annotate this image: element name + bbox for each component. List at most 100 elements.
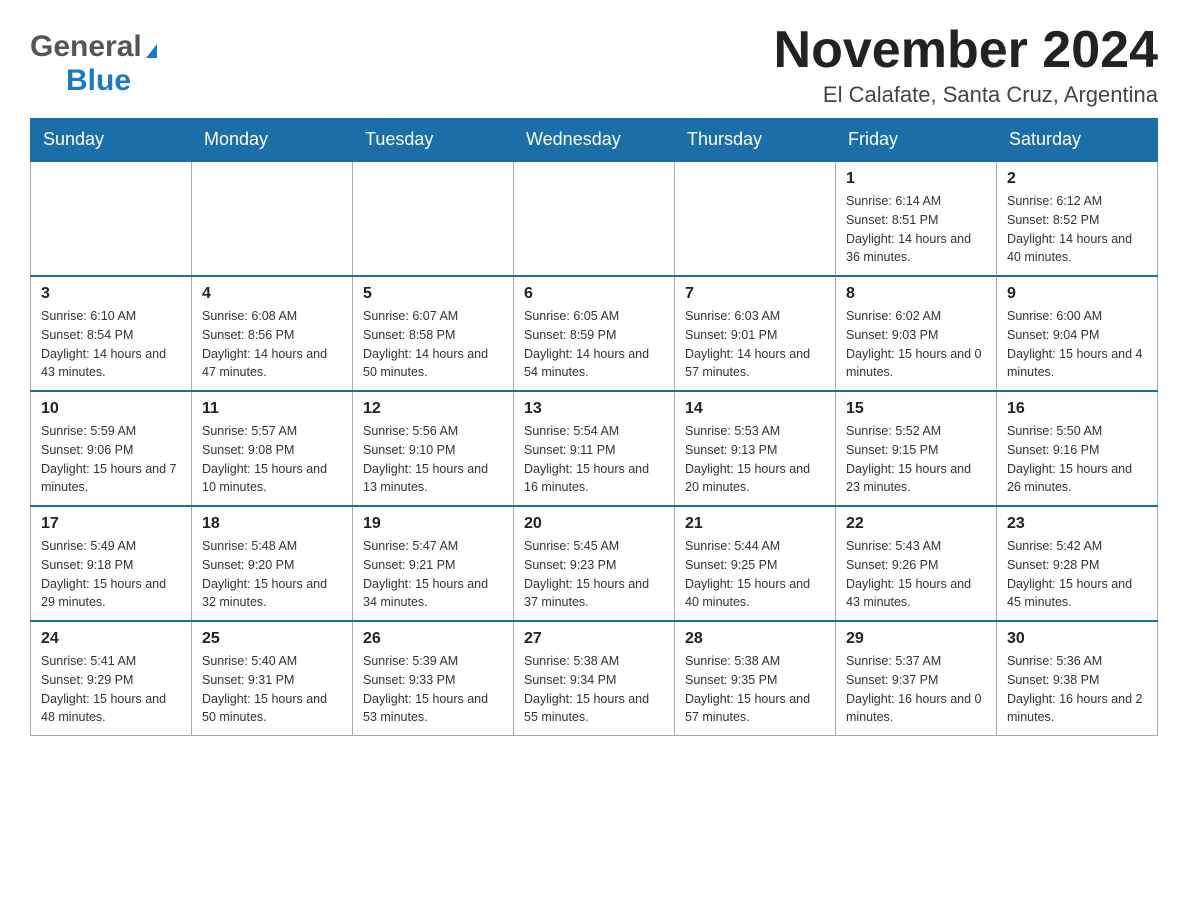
day-number: 25 — [202, 630, 342, 648]
logo-triangle-icon — [146, 44, 157, 58]
day-number: 21 — [685, 515, 825, 533]
col-header-saturday: Saturday — [997, 119, 1158, 162]
day-number: 7 — [685, 285, 825, 303]
title-area: November 2024 El Calafate, Santa Cruz, A… — [774, 20, 1158, 108]
calendar-day-cell: 12 Sunrise: 5:56 AMSunset: 9:10 PMDayligh… — [353, 391, 514, 506]
calendar-week-row: 10 Sunrise: 5:59 AMSunset: 9:06 PMDayligh… — [31, 391, 1158, 506]
day-info: Sunrise: 5:54 AMSunset: 9:11 PMDaylight:… — [524, 422, 664, 497]
calendar-day-cell: 21 Sunrise: 5:44 AMSunset: 9:25 PMDayligh… — [675, 506, 836, 621]
calendar-day-cell — [353, 161, 514, 276]
calendar-day-cell: 6 Sunrise: 6:05 AMSunset: 8:59 PMDaylight… — [514, 276, 675, 391]
calendar-day-cell — [514, 161, 675, 276]
logo-general: General — [30, 30, 142, 64]
calendar-day-cell: 19 Sunrise: 5:47 AMSunset: 9:21 PMDayligh… — [353, 506, 514, 621]
day-info: Sunrise: 6:02 AMSunset: 9:03 PMDaylight:… — [846, 307, 986, 382]
day-info: Sunrise: 5:40 AMSunset: 9:31 PMDaylight:… — [202, 652, 342, 727]
calendar-week-row: 3 Sunrise: 6:10 AMSunset: 8:54 PMDaylight… — [31, 276, 1158, 391]
calendar-week-row: 17 Sunrise: 5:49 AMSunset: 9:18 PMDayligh… — [31, 506, 1158, 621]
calendar-day-cell: 1Sunrise: 6:14 AMSunset: 8:51 PMDaylight… — [836, 161, 997, 276]
day-info: Sunrise: 5:49 AMSunset: 9:18 PMDaylight:… — [41, 537, 181, 612]
day-info: Sunrise: 5:38 AMSunset: 9:35 PMDaylight:… — [685, 652, 825, 727]
day-info: Sunrise: 5:44 AMSunset: 9:25 PMDaylight:… — [685, 537, 825, 612]
col-header-monday: Monday — [192, 119, 353, 162]
day-number: 20 — [524, 515, 664, 533]
day-info: Sunrise: 6:03 AMSunset: 9:01 PMDaylight:… — [685, 307, 825, 382]
calendar-day-cell: 24 Sunrise: 5:41 AMSunset: 9:29 PMDayligh… — [31, 621, 192, 736]
day-number: 13 — [524, 400, 664, 418]
day-number: 9 — [1007, 285, 1147, 303]
day-info: Sunrise: 5:59 AMSunset: 9:06 PMDaylight:… — [41, 422, 181, 497]
calendar-day-cell: 22 Sunrise: 5:43 AMSunset: 9:26 PMDayligh… — [836, 506, 997, 621]
calendar-day-cell: 23 Sunrise: 5:42 AMSunset: 9:28 PMDayligh… — [997, 506, 1158, 621]
day-number: 29 — [846, 630, 986, 648]
day-info: Sunrise: 5:41 AMSunset: 9:29 PMDaylight:… — [41, 652, 181, 727]
calendar-header-row: SundayMondayTuesdayWednesdayThursdayFrid… — [31, 119, 1158, 162]
calendar-day-cell: 15 Sunrise: 5:52 AMSunset: 9:15 PMDayligh… — [836, 391, 997, 506]
day-number: 22 — [846, 515, 986, 533]
day-number: 30 — [1007, 630, 1147, 648]
calendar-day-cell: 18Sunrise: 5:48 AMSunset: 9:20 PMDayligh… — [192, 506, 353, 621]
calendar-day-cell: 8Sunrise: 6:02 AMSunset: 9:03 PMDaylight… — [836, 276, 997, 391]
day-info: Sunrise: 5:42 AMSunset: 9:28 PMDaylight:… — [1007, 537, 1147, 612]
day-number: 19 — [363, 515, 503, 533]
calendar-day-cell: 9 Sunrise: 6:00 AMSunset: 9:04 PMDaylight… — [997, 276, 1158, 391]
day-info: Sunrise: 5:43 AMSunset: 9:26 PMDaylight:… — [846, 537, 986, 612]
calendar-table: SundayMondayTuesdayWednesdayThursdayFrid… — [30, 118, 1158, 736]
calendar-day-cell: 16Sunrise: 5:50 AMSunset: 9:16 PMDayligh… — [997, 391, 1158, 506]
calendar-day-cell: 30 Sunrise: 5:36 AMSunset: 9:38 PMDayligh… — [997, 621, 1158, 736]
calendar-day-cell: 27 Sunrise: 5:38 AMSunset: 9:34 PMDayligh… — [514, 621, 675, 736]
calendar-day-cell: 25 Sunrise: 5:40 AMSunset: 9:31 PMDayligh… — [192, 621, 353, 736]
calendar-day-cell — [675, 161, 836, 276]
day-number: 5 — [363, 285, 503, 303]
calendar-day-cell: 7 Sunrise: 6:03 AMSunset: 9:01 PMDaylight… — [675, 276, 836, 391]
day-number: 2 — [1007, 170, 1147, 188]
day-number: 24 — [41, 630, 181, 648]
day-info: Sunrise: 5:36 AMSunset: 9:38 PMDaylight:… — [1007, 652, 1147, 727]
day-number: 17 — [41, 515, 181, 533]
day-info: Sunrise: 5:39 AMSunset: 9:33 PMDaylight:… — [363, 652, 503, 727]
col-header-wednesday: Wednesday — [514, 119, 675, 162]
day-number: 10 — [41, 400, 181, 418]
day-number: 6 — [524, 285, 664, 303]
calendar-day-cell: 4Sunrise: 6:08 AMSunset: 8:56 PMDaylight… — [192, 276, 353, 391]
col-header-thursday: Thursday — [675, 119, 836, 162]
day-number: 12 — [363, 400, 503, 418]
calendar-day-cell: 20 Sunrise: 5:45 AMSunset: 9:23 PMDayligh… — [514, 506, 675, 621]
calendar-day-cell: 3 Sunrise: 6:10 AMSunset: 8:54 PMDaylight… — [31, 276, 192, 391]
calendar-day-cell: 11 Sunrise: 5:57 AMSunset: 9:08 PMDayligh… — [192, 391, 353, 506]
calendar-day-cell — [192, 161, 353, 276]
day-info: Sunrise: 5:57 AMSunset: 9:08 PMDaylight:… — [202, 422, 342, 497]
day-number: 3 — [41, 285, 181, 303]
calendar-day-cell: 29Sunrise: 5:37 AMSunset: 9:37 PMDayligh… — [836, 621, 997, 736]
day-number: 4 — [202, 285, 342, 303]
day-info: Sunrise: 6:07 AMSunset: 8:58 PMDaylight:… — [363, 307, 503, 382]
location-subtitle: El Calafate, Santa Cruz, Argentina — [774, 82, 1158, 108]
day-info: Sunrise: 5:45 AMSunset: 9:23 PMDaylight:… — [524, 537, 664, 612]
day-info: Sunrise: 6:00 AMSunset: 9:04 PMDaylight:… — [1007, 307, 1147, 382]
logo-blue-text: Blue — [66, 64, 131, 97]
day-number: 15 — [846, 400, 986, 418]
calendar-week-row: 24 Sunrise: 5:41 AMSunset: 9:29 PMDayligh… — [31, 621, 1158, 736]
day-info: Sunrise: 6:14 AMSunset: 8:51 PMDaylight:… — [846, 192, 986, 267]
day-number: 28 — [685, 630, 825, 648]
calendar-day-cell: 28 Sunrise: 5:38 AMSunset: 9:35 PMDayligh… — [675, 621, 836, 736]
day-number: 27 — [524, 630, 664, 648]
calendar-day-cell: 13 Sunrise: 5:54 AMSunset: 9:11 PMDayligh… — [514, 391, 675, 506]
day-info: Sunrise: 5:56 AMSunset: 9:10 PMDaylight:… — [363, 422, 503, 497]
day-info: Sunrise: 5:52 AMSunset: 9:15 PMDaylight:… — [846, 422, 986, 497]
col-header-tuesday: Tuesday — [353, 119, 514, 162]
calendar-day-cell: 17 Sunrise: 5:49 AMSunset: 9:18 PMDayligh… — [31, 506, 192, 621]
day-number: 26 — [363, 630, 503, 648]
day-info: Sunrise: 6:10 AMSunset: 8:54 PMDaylight:… — [41, 307, 181, 382]
header: General Blue November 2024 El Calafate, … — [30, 20, 1158, 108]
logo: General Blue — [30, 20, 157, 98]
day-info: Sunrise: 5:47 AMSunset: 9:21 PMDaylight:… — [363, 537, 503, 612]
day-number: 11 — [202, 400, 342, 418]
day-info: Sunrise: 6:05 AMSunset: 8:59 PMDaylight:… — [524, 307, 664, 382]
day-info: Sunrise: 5:50 AMSunset: 9:16 PMDaylight:… — [1007, 422, 1147, 497]
calendar-day-cell: 26 Sunrise: 5:39 AMSunset: 9:33 PMDayligh… — [353, 621, 514, 736]
month-year-title: November 2024 — [774, 20, 1158, 80]
day-info: Sunrise: 5:38 AMSunset: 9:34 PMDaylight:… — [524, 652, 664, 727]
day-number: 23 — [1007, 515, 1147, 533]
col-header-sunday: Sunday — [31, 119, 192, 162]
